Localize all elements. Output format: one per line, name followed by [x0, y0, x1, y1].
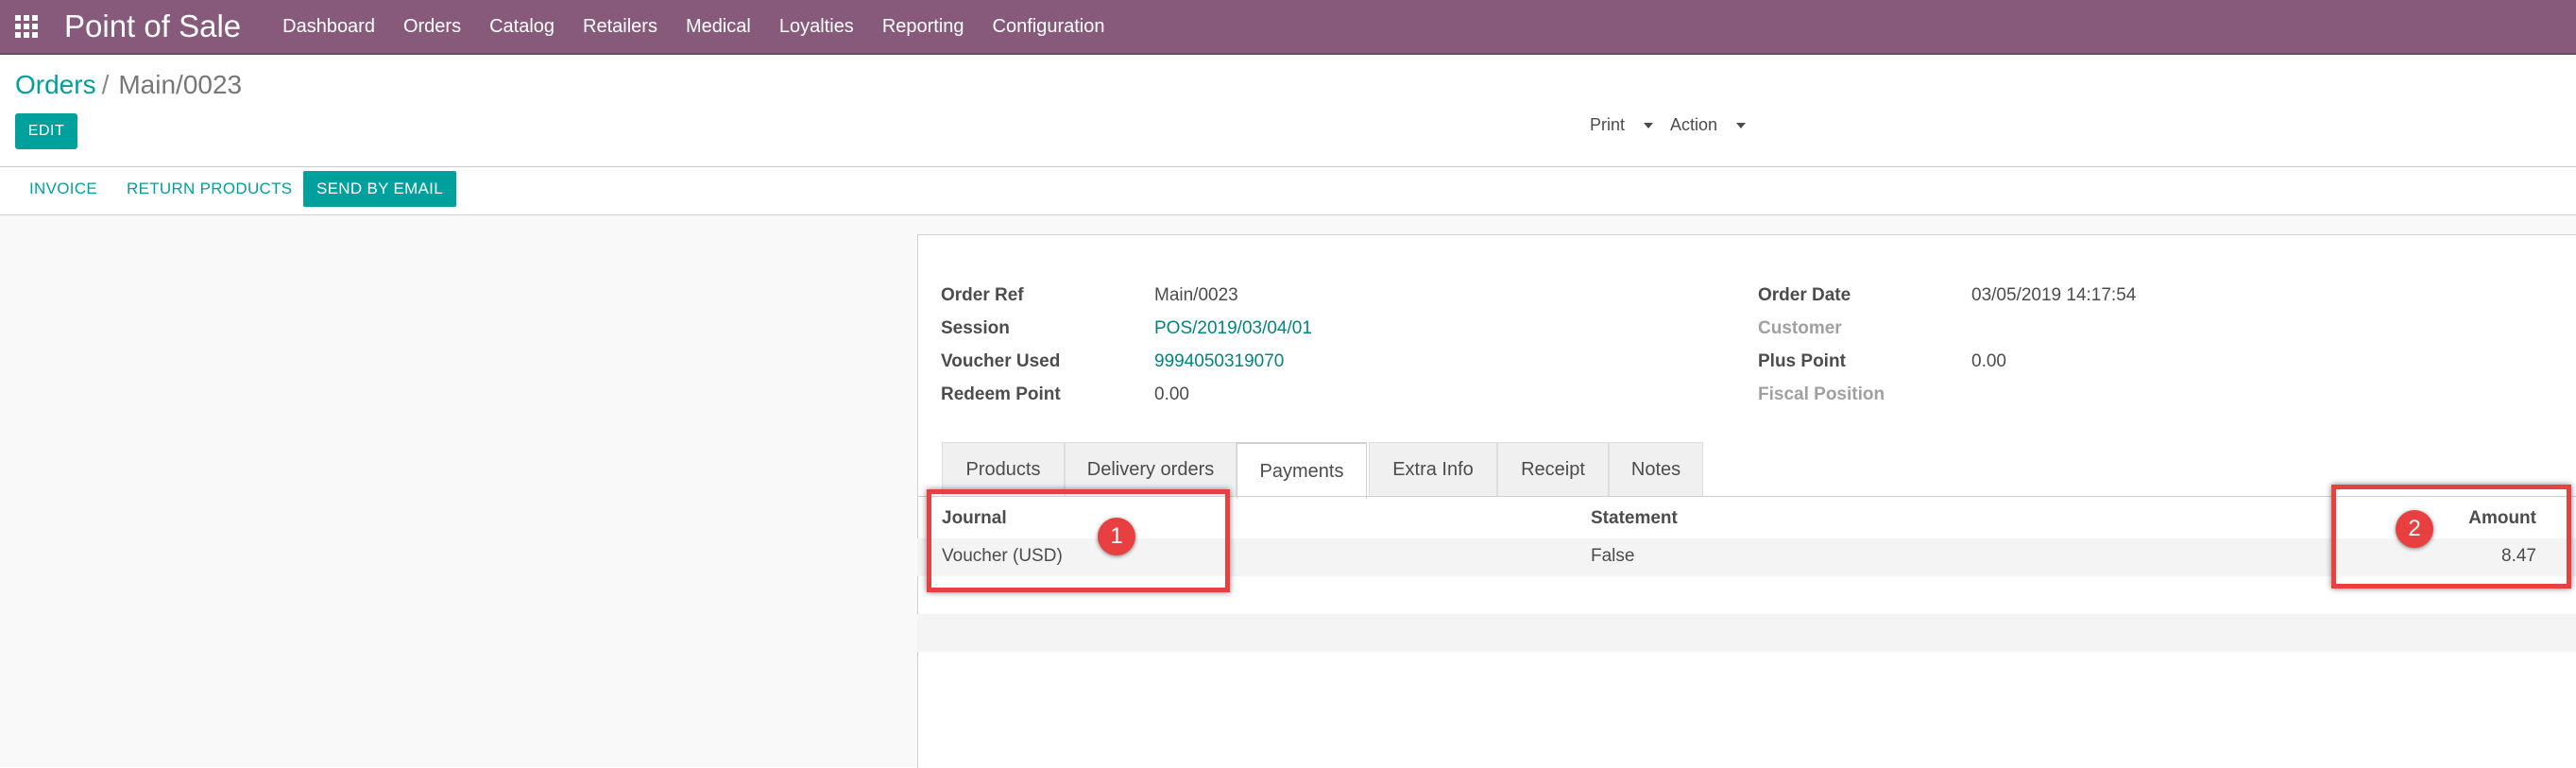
annotation-box-amount: [2331, 485, 2571, 589]
control-panel: Orders / Main/0023 EDIT Print Action: [0, 55, 2576, 167]
invoice-button[interactable]: INVOICE: [16, 171, 111, 207]
apps-grid-icon[interactable]: [15, 13, 42, 40]
action-label: Action: [1670, 115, 1718, 134]
print-dropdown[interactable]: Print: [1590, 115, 1654, 134]
customer-label: Customer: [1758, 318, 1842, 338]
breadcrumb: Orders / Main/0023: [15, 70, 242, 100]
breadcrumb-separator: /: [101, 70, 110, 99]
annotation-badge-1: 1: [1098, 518, 1135, 555]
caret-down-icon: [1736, 123, 1747, 129]
voucher-used-link[interactable]: 9994050319070: [1154, 351, 1284, 372]
menu-medical[interactable]: Medical: [686, 16, 751, 38]
app-title: Point of Sale: [64, 9, 242, 43]
order-ref-label: Order Ref: [941, 285, 1024, 305]
tab-delivery-orders[interactable]: Delivery orders: [1065, 442, 1237, 496]
menu-retailers[interactable]: Retailers: [583, 16, 657, 38]
return-products-button[interactable]: RETURN PRODUCTS: [113, 171, 305, 207]
tab-receipt[interactable]: Receipt: [1497, 442, 1609, 496]
status-bar: INVOICE RETURN PRODUCTS SEND BY EMAIL: [0, 167, 2576, 215]
breadcrumb-current: Main/0023: [118, 70, 243, 99]
send-by-email-button[interactable]: SEND BY EMAIL: [303, 171, 456, 207]
edit-button[interactable]: EDIT: [15, 113, 77, 149]
annotation-box-journal: [927, 489, 1230, 592]
top-navbar: Point of Sale Dashboard Orders Catalog R…: [0, 0, 2576, 55]
plus-point-label: Plus Point: [1758, 351, 1846, 371]
menu-reporting[interactable]: Reporting: [882, 16, 964, 38]
order-date-label: Order Date: [1758, 285, 1851, 305]
menu-loyalties[interactable]: Loyalties: [779, 16, 854, 38]
sidebar-dropdowns: Print Action: [1590, 115, 1759, 135]
fiscal-position-label: Fiscal Position: [1758, 384, 1885, 404]
voucher-used-label: Voucher Used: [941, 351, 1061, 371]
session-label: Session: [941, 318, 1010, 338]
breadcrumb-orders-link[interactable]: Orders: [15, 70, 96, 99]
tab-payments[interactable]: Payments: [1237, 442, 1367, 499]
menu-configuration[interactable]: Configuration: [993, 16, 1105, 38]
table-empty-row: [917, 614, 2576, 652]
redeem-point-label: Redeem Point: [941, 384, 1061, 404]
tab-products[interactable]: Products: [942, 442, 1065, 496]
menu-dashboard[interactable]: Dashboard: [282, 16, 375, 38]
order-ref-value: Main/0023: [1154, 285, 1238, 305]
order-date-value: 03/05/2019 14:17:54: [1971, 285, 2137, 305]
session-link[interactable]: POS/2019/03/04/01: [1154, 318, 1312, 339]
tab-notes[interactable]: Notes: [1609, 442, 1703, 496]
menu-orders[interactable]: Orders: [403, 16, 461, 38]
statement-cell: False: [1591, 546, 1635, 566]
menu-catalog[interactable]: Catalog: [489, 16, 554, 38]
caret-down-icon: [1644, 123, 1654, 129]
redeem-point-value: 0.00: [1154, 384, 1189, 404]
annotation-badge-2: 2: [2396, 510, 2433, 548]
statement-column-header[interactable]: Statement: [1591, 508, 1678, 529]
action-dropdown[interactable]: Action: [1670, 115, 1747, 134]
plus-point-value: 0.00: [1971, 351, 2006, 371]
tab-extra-info[interactable]: Extra Info: [1369, 442, 1497, 496]
print-label: Print: [1590, 115, 1626, 134]
